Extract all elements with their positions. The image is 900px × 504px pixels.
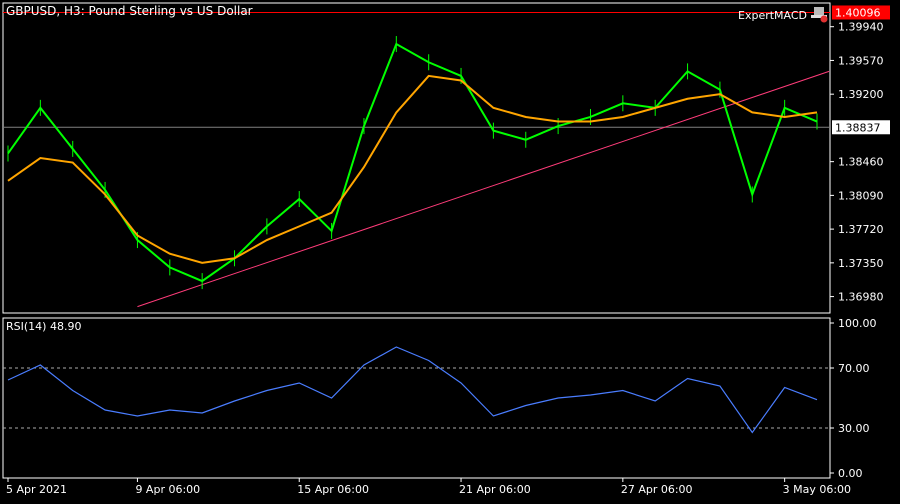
chart-window: 1.36980 1.37350 1.37720 1.38090 1.38460 1.388… [0,0,900,500]
time-tick-label: 15 Apr 06:00 [297,483,369,496]
price-line [7,42,818,283]
price-tick-label: 1.36980 [838,291,884,304]
price-tick-label: 1.39200 [838,88,884,101]
moving-average-line [7,74,818,264]
rsi-tick-label: 70.00 [838,362,870,375]
price-tick-label: 1.37720 [838,223,884,236]
rsi-tick-label: 100.00 [838,317,877,330]
rsi-tick-label: 30.00 [838,422,870,435]
price-tick-label: 1.37350 [838,257,884,270]
price-tick-label: 1.38090 [838,189,884,202]
high-price-label: 1.40096 [835,6,881,19]
hat-icon[interactable] [810,5,828,23]
time-tick-label: 5 Apr 2021 [6,483,67,496]
time-tick-label: 27 Apr 06:00 [621,483,693,496]
chart-canvas: 1.36980 1.37350 1.37720 1.38090 1.38460 1.388… [2,2,890,496]
rsi-line [7,346,818,434]
rsi-tick-label: 0.00 [838,467,863,480]
price-panel-frame [2,2,831,314]
expert-advisor-label[interactable]: ExpertMACD [738,9,807,22]
time-tick-label: 9 Apr 06:00 [135,483,200,496]
price-tick-label: 1.39940 [838,21,884,34]
current-price-label: 1.38837 [835,121,881,134]
price-tick-label: 1.39570 [838,54,884,67]
price-tick-label: 1.38460 [838,156,884,169]
time-tick-label: 21 Apr 06:00 [459,483,531,496]
rsi-panel-frame [2,317,831,479]
time-tick-label: 3 May 06:00 [783,483,851,496]
chart-title: GBPUSD, H3: Pound Sterling vs US Dollar [6,4,253,18]
rsi-indicator-label: RSI(14) 48.90 [6,320,82,333]
